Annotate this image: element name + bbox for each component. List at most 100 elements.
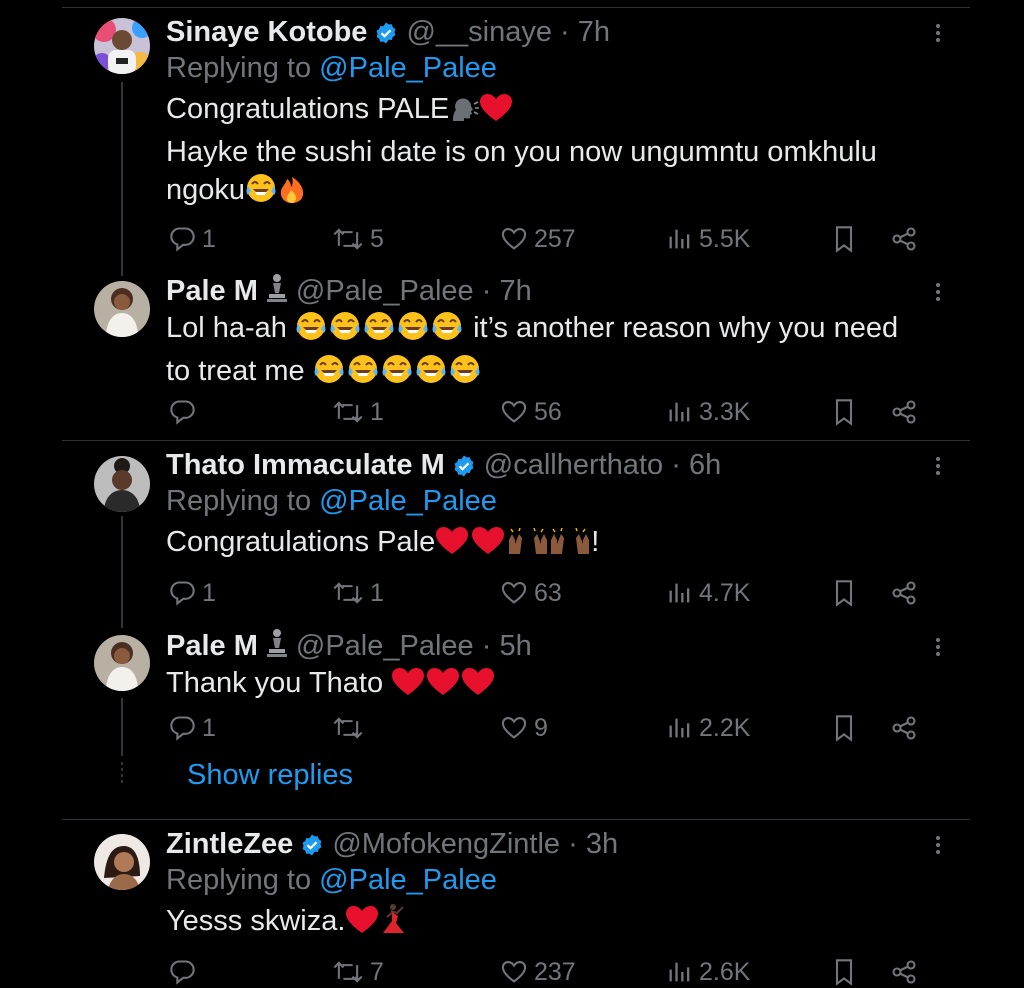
tweet-actions: 1 5 257 5.5K — [166, 223, 926, 255]
avatar[interactable] — [94, 834, 150, 890]
reply-button[interactable]: 1 — [168, 577, 216, 609]
tweet-header: ZintleZee @MofokengZintle · 3h — [166, 826, 954, 862]
analytics-icon — [669, 962, 690, 982]
more-options-icon[interactable] — [926, 18, 950, 48]
fire-emoji-icon — [277, 172, 307, 214]
mention-link[interactable]: @Pale_Palee — [319, 52, 497, 84]
timestamp[interactable]: 7h — [499, 275, 531, 307]
author-handle[interactable]: @Pale_Palee — [296, 275, 474, 307]
views-button[interactable]: 4.7K — [667, 577, 750, 609]
verified-badge-icon — [452, 451, 476, 487]
separator-dot: · — [663, 449, 689, 481]
like-button[interactable]: 9 — [500, 712, 548, 744]
tweet[interactable]: ZintleZee @MofokengZintle · 3h Replying t… — [0, 826, 1024, 986]
reply-icon — [170, 716, 195, 741]
chess-pawn-icon — [266, 273, 288, 312]
timestamp[interactable]: 5h — [499, 630, 531, 662]
author-name[interactable]: Pale M — [166, 630, 258, 662]
tweet-actions: 7 237 2.6K — [166, 956, 926, 988]
view-count: 4.7K — [699, 578, 751, 607]
share-button[interactable] — [890, 396, 924, 428]
share-icon — [892, 960, 916, 984]
bookmark-button[interactable] — [832, 712, 862, 744]
retweet-button[interactable]: 1 — [332, 577, 384, 609]
reply-icon — [170, 960, 195, 985]
analytics-icon — [669, 229, 690, 249]
retweet-count: 1 — [370, 397, 384, 426]
views-button[interactable]: 3.3K — [667, 396, 750, 428]
share-button[interactable] — [890, 223, 924, 255]
more-options-icon[interactable] — [926, 451, 950, 481]
tweet-text-line: it’s another reason why you need — [473, 312, 899, 344]
tweet-actions: 1 9 2.2K — [166, 712, 926, 744]
more-options-icon[interactable] — [926, 277, 950, 307]
author-handle[interactable]: @callherthato — [484, 449, 663, 481]
like-button[interactable]: 257 — [500, 223, 576, 255]
retweet-icon — [333, 582, 363, 604]
tears-of-joy-emoji-icon — [295, 310, 465, 352]
like-count: 56 — [534, 397, 562, 426]
mention-link[interactable]: @Pale_Palee — [319, 485, 497, 517]
author-handle[interactable]: @MofokengZintle — [332, 828, 560, 860]
reply-count: 1 — [202, 713, 216, 742]
retweet-icon — [333, 401, 363, 423]
reply-icon — [170, 581, 195, 606]
tweet-actions: 1 56 3.3K — [166, 396, 926, 428]
retweet-count: 1 — [370, 578, 384, 607]
share-button[interactable] — [890, 577, 924, 609]
author-name[interactable]: ZintleZee — [166, 828, 293, 860]
bookmark-button[interactable] — [832, 223, 862, 255]
bookmark-button[interactable] — [832, 396, 862, 428]
author-name[interactable]: Pale M — [166, 275, 258, 307]
timestamp[interactable]: 3h — [586, 828, 618, 860]
avatar[interactable] — [94, 18, 150, 74]
tweet[interactable]: Pale M @Pale_Palee · 5h Thank you Thato 1… — [0, 628, 1024, 748]
tweet[interactable]: Sinaye Kotobe @__sinaye · 7h Replying to … — [0, 14, 1024, 264]
tweet-header: Thato Immaculate M @callherthato · 6h — [166, 447, 954, 483]
tweet[interactable]: Pale M @Pale_Palee · 7h Lol ha-ah it’s an… — [0, 273, 1024, 433]
views-button[interactable]: 2.2K — [667, 712, 750, 744]
tweet-text: Congratulations PALE Hayke the sushi dat… — [166, 90, 954, 214]
retweet-button[interactable] — [332, 712, 370, 744]
red-heart-emoji-icon — [391, 667, 497, 707]
tweet-text: Lol ha-ah it’s another reason why you ne… — [166, 309, 954, 395]
thread-divider — [62, 819, 970, 820]
share-button[interactable] — [890, 956, 924, 988]
red-heart-emoji-icon — [435, 526, 507, 566]
bookmark-button[interactable] — [832, 956, 862, 988]
more-options-icon[interactable] — [926, 632, 950, 662]
tweet[interactable]: Thato Immaculate M @callherthato · 6h Rep… — [0, 447, 1024, 617]
replying-to: Replying to @Pale_Palee — [166, 483, 954, 519]
avatar[interactable] — [94, 456, 150, 512]
author-handle[interactable]: @__sinaye — [406, 16, 552, 48]
retweet-button[interactable]: 7 — [332, 956, 384, 988]
reply-button[interactable] — [168, 956, 202, 988]
timestamp[interactable]: 7h — [578, 16, 610, 48]
like-button[interactable]: 237 — [500, 956, 576, 988]
reply-button[interactable]: 1 — [168, 223, 216, 255]
bookmark-button[interactable] — [832, 577, 862, 609]
reply-button[interactable] — [168, 396, 202, 428]
mention-link[interactable]: @Pale_Palee — [319, 864, 497, 896]
retweet-button[interactable]: 1 — [332, 396, 384, 428]
author-name[interactable]: Thato Immaculate M — [166, 449, 445, 481]
reply-button[interactable]: 1 — [168, 712, 216, 744]
retweet-button[interactable]: 5 — [332, 223, 384, 255]
share-button[interactable] — [890, 712, 924, 744]
reply-count: 1 — [202, 224, 216, 253]
tears-of-joy-emoji-icon — [313, 353, 483, 395]
author-handle[interactable]: @Pale_Palee — [296, 630, 474, 662]
timestamp[interactable]: 6h — [689, 449, 721, 481]
heart-icon — [501, 401, 527, 423]
avatar[interactable] — [94, 635, 150, 691]
views-button[interactable]: 2.6K — [667, 956, 750, 988]
like-button[interactable]: 63 — [500, 577, 562, 609]
tweet-text-line: Lol ha-ah — [166, 312, 287, 344]
like-button[interactable]: 56 — [500, 396, 562, 428]
author-name[interactable]: Sinaye Kotobe — [166, 16, 367, 48]
like-count: 237 — [534, 957, 576, 986]
more-options-icon[interactable] — [926, 830, 950, 860]
show-replies-link[interactable]: Show replies — [187, 759, 353, 792]
avatar[interactable] — [94, 281, 150, 337]
views-button[interactable]: 5.5K — [667, 223, 750, 255]
